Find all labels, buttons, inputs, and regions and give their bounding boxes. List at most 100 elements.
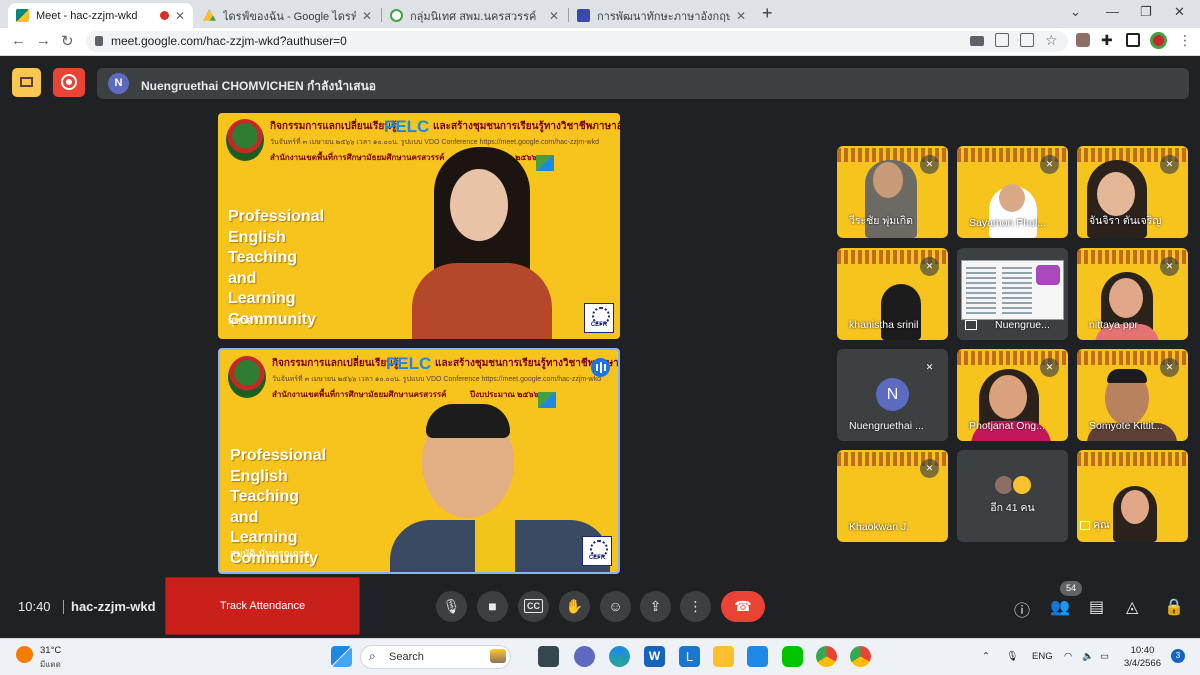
tray-mic-icon[interactable]: 🎙: [1006, 651, 1018, 662]
close-tab-icon[interactable]: ✕: [736, 9, 746, 23]
notification-badge[interactable]: 3: [1171, 649, 1185, 663]
teams-chat-icon[interactable]: [574, 646, 595, 667]
translate-icon[interactable]: [995, 33, 1009, 47]
tab-english-skills[interactable]: การพัฒนาทักษะภาษาอังกฤษ English ✕: [569, 3, 754, 28]
taskbar-search[interactable]: [360, 645, 511, 669]
participant-tile[interactable]: ✕ วีระชัย พุ่มเกิด: [837, 146, 948, 238]
more-participants-tile[interactable]: อีก 41 คน: [957, 450, 1068, 542]
meeting-info-icon[interactable]: ⓘ: [1014, 597, 1030, 621]
lock-icon[interactable]: [95, 36, 103, 46]
windows-start-icon[interactable]: [331, 646, 352, 667]
chrome-icon[interactable]: [816, 646, 837, 667]
volume-icon[interactable]: 🔈: [1082, 651, 1094, 662]
chat-icon[interactable]: ▤: [1089, 597, 1104, 617]
tab-search-icon[interactable]: ⌄: [1070, 4, 1081, 20]
clock-date: 3/4/2566: [1124, 658, 1161, 669]
emoji-icon: ☺: [608, 598, 623, 614]
shared-document-preview: [961, 260, 1064, 320]
tab-supervision-group[interactable]: กลุ่มนิเทศ สพม.นครสวรรค์ ✕: [382, 3, 567, 28]
more-options-button[interactable]: ⋮: [680, 591, 711, 622]
leave-call-button[interactable]: ☎: [721, 591, 765, 622]
chrome-profile-icon[interactable]: [850, 646, 871, 667]
extensions-puzzle-icon[interactable]: ✚: [1101, 32, 1113, 49]
track-attendance-button[interactable]: Track Attendance: [165, 577, 360, 635]
close-window-icon[interactable]: ✕: [1174, 4, 1185, 20]
close-tab-icon[interactable]: ✕: [549, 9, 559, 23]
taskbar-clock[interactable]: 10:40 3/4/2566: [1124, 644, 1161, 670]
slide-date-line: วันจันทร์ที่ ๓ เมษายน ๒๕๖๖ เวลา ๑๐.๐๐น. …: [272, 376, 601, 383]
sun-weather-icon[interactable]: [16, 646, 33, 663]
participant-tile[interactable]: ✕ จันจิรา ตันเจริญ: [1077, 146, 1188, 238]
participant-name: Nuengruethai ...: [849, 420, 924, 432]
minimize-icon[interactable]: —: [1106, 4, 1119, 19]
forward-icon[interactable]: →: [36, 32, 51, 49]
search-highlight-icon: [490, 649, 506, 663]
close-tab-icon[interactable]: ✕: [175, 9, 185, 23]
weather-description[interactable]: มีแดด: [40, 658, 61, 671]
main-tile-presenter-1[interactable]: กิจกรรมการแลกเปลี่ยนเรียนรู้ PELC และสร้…: [218, 113, 620, 339]
camera-button[interactable]: ■: [477, 591, 508, 622]
site-globe-icon: [390, 9, 403, 22]
menu-kebab-icon[interactable]: ⋮: [1178, 32, 1192, 49]
task-view-icon[interactable]: [538, 646, 559, 667]
participant-tile[interactable]: ✕ Khaokwan J.: [837, 450, 948, 542]
slide-title-thai: กิจกรรมการแลกเปลี่ยนเรียนรู้: [272, 358, 399, 369]
search-icon: ⌕: [369, 649, 376, 663]
close-tab-icon[interactable]: ✕: [362, 9, 372, 23]
share-icon[interactable]: [1020, 33, 1034, 47]
captions-button[interactable]: CC: [518, 591, 549, 622]
side-panel-icon[interactable]: [1126, 33, 1140, 47]
restore-icon[interactable]: ❐: [1140, 4, 1152, 20]
tray-overflow-icon[interactable]: ⌃: [982, 651, 990, 662]
main-tile-presenter-2[interactable]: กิจกรรมการแลกเปลี่ยนเรียนรู้ PELC และสร้…: [218, 348, 620, 574]
word-icon[interactable]: W: [644, 646, 665, 667]
school-crest-logo: [228, 356, 266, 398]
camera-in-use-icon[interactable]: [970, 36, 984, 46]
battery-icon[interactable]: ▭: [1100, 651, 1109, 662]
present-button[interactable]: ⇪: [640, 591, 671, 622]
tab-drive[interactable]: ไดรฟ์ของฉัน - Google ไดรฟ์ ✕: [195, 3, 380, 28]
extension-icon[interactable]: [1076, 33, 1090, 47]
participant-tile[interactable]: N ✕ Nuengruethai ...: [837, 349, 948, 441]
launcher-l-icon[interactable]: L: [679, 646, 700, 667]
self-view-tile[interactable]: คุณ: [1077, 450, 1188, 542]
participant-tile[interactable]: ✕ nittaya ppr: [1077, 248, 1188, 340]
url-text[interactable]: meet.google.com/hac-zzjm-wkd?authuser=0: [111, 34, 347, 48]
participant-tile-presenting[interactable]: Nuengrue...: [957, 248, 1068, 340]
reactions-button[interactable]: ☺: [600, 591, 631, 622]
google-drive-icon: [203, 9, 216, 21]
captions-icon: CC: [524, 599, 543, 613]
back-icon[interactable]: ←: [11, 32, 26, 49]
participant-tile[interactable]: ✕ Somyote Kittit...: [1077, 349, 1188, 441]
reload-icon[interactable]: ↻: [61, 32, 74, 50]
wifi-icon[interactable]: ◠: [1064, 651, 1072, 662]
microphone-button[interactable]: 🎙: [436, 591, 467, 622]
recording-button[interactable]: [53, 68, 85, 97]
cefr-logo: CEFR: [584, 303, 614, 333]
profile-avatar[interactable]: [1150, 32, 1167, 49]
recording-dot-icon: [159, 11, 169, 20]
new-tab-icon[interactable]: +: [762, 3, 773, 24]
mail-icon[interactable]: [747, 646, 768, 667]
bookmark-star-icon[interactable]: ☆: [1045, 32, 1058, 49]
participant-tile[interactable]: ✕ Photjanat Ong...: [957, 349, 1068, 441]
activities-icon[interactable]: ◬: [1126, 597, 1138, 617]
file-explorer-icon[interactable]: [713, 646, 734, 667]
mic-off-icon: ✕: [920, 155, 939, 174]
input-language[interactable]: ENG: [1032, 651, 1053, 662]
edge-browser-icon[interactable]: [609, 646, 630, 667]
line-app-icon[interactable]: [782, 646, 803, 667]
raise-hand-button[interactable]: ✋: [559, 591, 590, 622]
host-controls-icon[interactable]: 🔒: [1164, 597, 1184, 617]
mic-off-icon: ✕: [1040, 358, 1059, 377]
weather-temperature[interactable]: 31°C: [40, 645, 61, 656]
hide-presentation-button[interactable]: [12, 68, 41, 97]
clock-time: 10:40: [1130, 645, 1155, 656]
participant-tile[interactable]: ✕ Sayamon Phol...: [957, 146, 1068, 238]
meeting-clock: 10:40: [18, 599, 51, 614]
tile-caption: สุชาดา...: [228, 316, 267, 327]
presenting-icon: [965, 320, 977, 330]
tab-meet[interactable]: Meet - hac-zzjm-wkd ✕: [8, 3, 193, 28]
participant-tile[interactable]: ✕ khanistha srinil: [837, 248, 948, 340]
people-icon[interactable]: 👥: [1050, 597, 1070, 617]
